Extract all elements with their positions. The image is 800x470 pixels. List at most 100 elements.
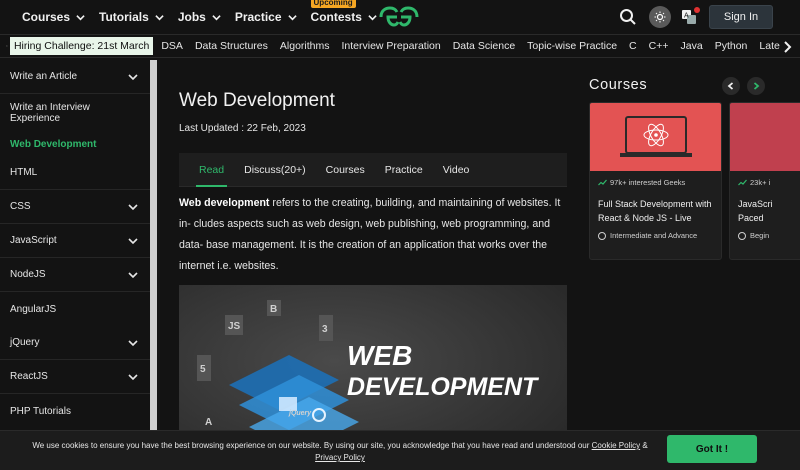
chevron-down-icon bbox=[76, 14, 85, 20]
topic-link-dsa[interactable]: DSA bbox=[161, 40, 183, 52]
chevron-down-icon bbox=[128, 271, 138, 278]
course-title: JavaScri Paced bbox=[738, 199, 773, 223]
sidebar-scrollbar[interactable] bbox=[150, 60, 157, 470]
sidebar-item-nodejs[interactable]: NodeJS bbox=[0, 258, 150, 292]
sidebar-item-label: CSS bbox=[10, 201, 31, 212]
menu-courses[interactable]: Courses bbox=[22, 10, 85, 24]
hero-badge-5: 5 bbox=[200, 364, 206, 375]
sidebar-item-label: HTML bbox=[10, 167, 38, 178]
courses-next-button[interactable] bbox=[747, 77, 765, 95]
sidebar-item-label: Web Development bbox=[10, 138, 97, 150]
chevron-right-icon[interactable] bbox=[780, 40, 794, 54]
intro-paragraph: Web development refers to the creating, … bbox=[179, 193, 571, 277]
topic-link-java[interactable]: Java bbox=[681, 40, 703, 52]
cookie-text: We use cookies to ensure you have the be… bbox=[20, 440, 660, 464]
course-level: Begin bbox=[730, 225, 800, 240]
tab-practice[interactable]: Practice bbox=[385, 153, 423, 187]
sign-in-button[interactable]: Sign In bbox=[709, 5, 773, 29]
sidebar-item-html[interactable]: HTML bbox=[0, 156, 150, 190]
menu-tutorials[interactable]: Tutorials bbox=[99, 10, 164, 24]
article-tabs: Read Discuss(20+) Courses Practice Video bbox=[179, 153, 567, 187]
chevron-down-icon bbox=[368, 14, 377, 20]
level-icon bbox=[598, 231, 606, 240]
cookie-banner: We use cookies to ensure you have the be… bbox=[0, 430, 800, 470]
chevron-down-icon bbox=[155, 14, 164, 20]
topic-link-cpp[interactable]: C++ bbox=[649, 40, 669, 52]
level-icon bbox=[738, 231, 746, 240]
sidebar-item-write-article[interactable]: Write an Article bbox=[0, 60, 150, 94]
course-interest-text: 97k+ interested Geeks bbox=[610, 178, 686, 187]
sidebar-item-label: NodeJS bbox=[10, 269, 46, 280]
course-thumbnail bbox=[590, 103, 721, 171]
sidebar-item-jquery[interactable]: jQuery bbox=[0, 326, 150, 360]
topic-link-python[interactable]: Python bbox=[715, 40, 748, 52]
accept-cookies-button[interactable]: Got It ! bbox=[667, 435, 757, 463]
privacy-policy-link[interactable]: Privacy Policy bbox=[315, 453, 365, 462]
hiring-challenge-link[interactable]: Hiring Challenge: 21st March bbox=[9, 37, 154, 55]
course-interest: 23k+ i bbox=[730, 171, 800, 187]
sidebar-item-label: Write an Article bbox=[10, 71, 78, 82]
sidebar-item-interview-experience[interactable]: Write an Interview Experience bbox=[0, 94, 150, 132]
search-icon[interactable] bbox=[619, 8, 637, 26]
chevron-down-icon bbox=[128, 373, 138, 380]
page-title: Web Development bbox=[179, 90, 335, 111]
topic-link-c[interactable]: C bbox=[629, 40, 637, 52]
trending-icon bbox=[738, 179, 747, 186]
sidebar-item-label: AngularJS bbox=[10, 303, 57, 315]
tab-courses[interactable]: Courses bbox=[326, 153, 365, 187]
course-card[interactable]: 97k+ interested Geeks Full Stack Develop… bbox=[589, 102, 722, 260]
sidebar-item-web-development[interactable]: Web Development bbox=[0, 132, 150, 156]
upcoming-badge: Upcoming bbox=[310, 0, 356, 8]
gfg-logo[interactable] bbox=[377, 4, 421, 30]
hero-badge-a: A bbox=[205, 417, 212, 428]
sidebar-item-angularjs[interactable]: AngularJS bbox=[0, 292, 150, 326]
intro-bold: Web development bbox=[179, 197, 270, 209]
menu-practice[interactable]: Practice bbox=[235, 10, 297, 24]
course-interest: 97k+ interested Geeks bbox=[590, 171, 721, 187]
chevron-right-icon bbox=[753, 82, 760, 90]
sidebar-item-label: ReactJS bbox=[10, 371, 48, 382]
chevron-down-icon bbox=[212, 14, 221, 20]
sidebar-item-label: JavaScript bbox=[10, 235, 57, 246]
top-right-actions: A Sign In bbox=[619, 0, 800, 34]
top-navbar: Courses Tutorials Jobs Practice Upcoming… bbox=[0, 0, 800, 34]
course-card[interactable]: 23k+ i JavaScri Paced Begin bbox=[729, 102, 800, 260]
course-thumbnail bbox=[730, 103, 800, 171]
course-level: Intermediate and Advance bbox=[590, 225, 721, 240]
theme-toggle-button[interactable] bbox=[649, 6, 671, 28]
tab-video[interactable]: Video bbox=[443, 153, 470, 187]
topic-link-algorithms[interactable]: Algorithms bbox=[280, 40, 330, 52]
sidebar-item-javascript[interactable]: JavaScript bbox=[0, 224, 150, 258]
menu-jobs[interactable]: Jobs bbox=[178, 10, 221, 24]
menu-contests-label: Contests bbox=[310, 10, 362, 24]
sidebar-item-reactjs[interactable]: ReactJS bbox=[0, 360, 150, 394]
topic-link-interview-preparation[interactable]: Interview Preparation bbox=[342, 40, 441, 52]
svg-text:A: A bbox=[684, 13, 689, 20]
course-title: Full Stack Development with React & Node… bbox=[598, 199, 712, 223]
hero-text-web: WEB bbox=[347, 340, 412, 371]
hero-badge-b: B bbox=[270, 304, 277, 315]
sun-icon bbox=[654, 11, 666, 23]
tab-discuss[interactable]: Discuss(20+) bbox=[244, 153, 306, 187]
menu-practice-label: Practice bbox=[234, 10, 282, 24]
main-menu: Courses Tutorials Jobs Practice Upcoming… bbox=[0, 0, 391, 24]
chevron-left-icon[interactable] bbox=[6, 39, 8, 53]
chevron-down-icon bbox=[128, 203, 138, 210]
tab-read[interactable]: Read bbox=[195, 153, 228, 187]
topic-link-topic-wise-practice[interactable]: Topic-wise Practice bbox=[527, 40, 617, 52]
translate-icon[interactable]: A bbox=[681, 7, 700, 25]
chevron-down-icon bbox=[287, 14, 297, 20]
trending-icon bbox=[598, 179, 607, 186]
cookie-amp: & bbox=[640, 441, 648, 450]
laptop-react-icon bbox=[620, 116, 692, 157]
topic-navbar: Hiring Challenge: 21st March DSA Data St… bbox=[0, 34, 800, 58]
sidebar-item-php-tutorials[interactable]: PHP Tutorials bbox=[0, 394, 150, 428]
sidebar-item-css[interactable]: CSS bbox=[0, 190, 150, 224]
courses-prev-button[interactable] bbox=[722, 77, 740, 95]
menu-jobs-label: Jobs bbox=[177, 10, 206, 24]
topic-link-data-science[interactable]: Data Science bbox=[453, 40, 515, 52]
sidebar-item-label: Write an Interview Experience bbox=[10, 102, 90, 124]
menu-contests[interactable]: Upcoming Contests bbox=[310, 0, 377, 24]
topic-link-data-structures[interactable]: Data Structures bbox=[195, 40, 268, 52]
cookie-policy-link[interactable]: Cookie Policy bbox=[592, 441, 640, 450]
